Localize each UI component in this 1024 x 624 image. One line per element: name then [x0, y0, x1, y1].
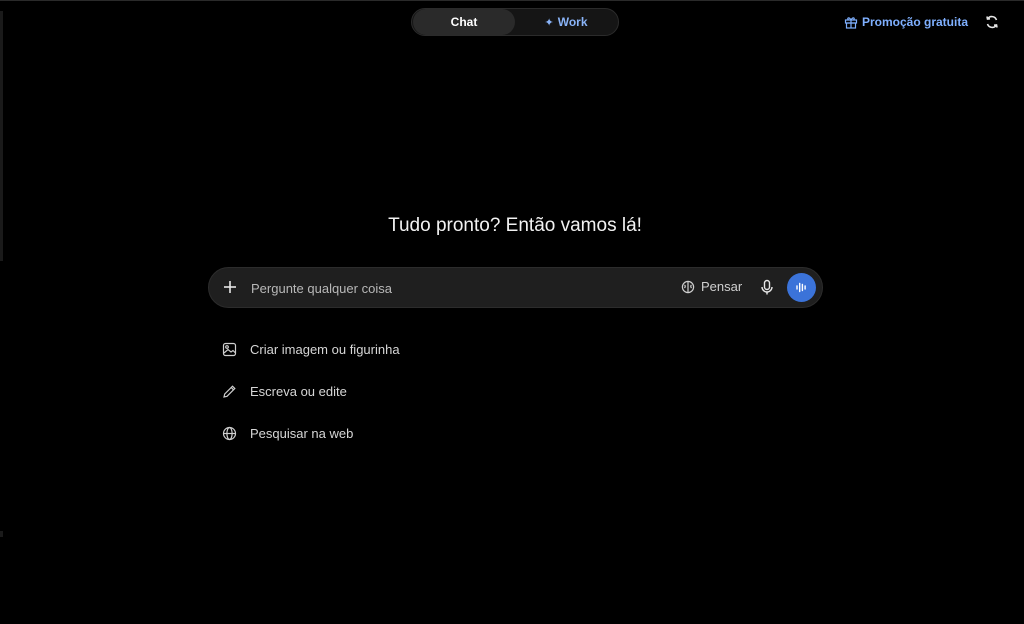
suggestion-label: Criar imagem ou figurinha	[250, 342, 400, 357]
suggestion-create-image[interactable]: Criar imagem ou figurinha	[222, 339, 400, 360]
waveform-icon	[796, 282, 806, 293]
app-window: Chat ✦ Work Promoção gratuita Tudo pront…	[0, 0, 1024, 624]
think-button[interactable]: Pensar	[681, 279, 742, 294]
promo-label: Promoção gratuita	[861, 15, 968, 29]
image-icon	[222, 342, 237, 357]
tab-chat[interactable]: Chat	[413, 9, 515, 35]
tab-work[interactable]: ✦ Work	[515, 9, 617, 35]
add-icon[interactable]	[221, 278, 239, 296]
suggestion-label: Escreva ou edite	[250, 384, 347, 399]
microphone-icon[interactable]	[759, 279, 775, 296]
think-label: Pensar	[701, 279, 743, 294]
suggestion-write-edit[interactable]: Escreva ou edite	[222, 381, 400, 402]
sparkle-icon: ✦	[544, 16, 554, 29]
mode-toggle: Chat ✦ Work	[411, 8, 619, 36]
free-promo-link[interactable]: Promoção gratuita	[844, 15, 968, 29]
window-edge-marker	[0, 531, 3, 537]
page-title: Tudo pronto? Então vamos lá!	[388, 215, 642, 236]
suggestion-web-search[interactable]: Pesquisar na web	[222, 423, 400, 444]
prompt-input[interactable]	[249, 268, 673, 309]
brain-icon	[681, 280, 695, 293]
prompt-composer: Pensar	[208, 267, 823, 309]
refresh-icon[interactable]	[984, 14, 1000, 30]
globe-icon	[222, 426, 237, 441]
suggestion-label: Pesquisar na web	[250, 426, 354, 441]
suggestion-list: Criar imagem ou figurinha Escreva ou edi…	[222, 339, 400, 465]
tab-chat-label: Chat	[450, 15, 478, 29]
gift-icon	[844, 17, 858, 29]
pencil-icon	[223, 385, 236, 398]
tab-work-label: Work	[557, 15, 588, 29]
voice-mode-button[interactable]	[787, 273, 816, 302]
